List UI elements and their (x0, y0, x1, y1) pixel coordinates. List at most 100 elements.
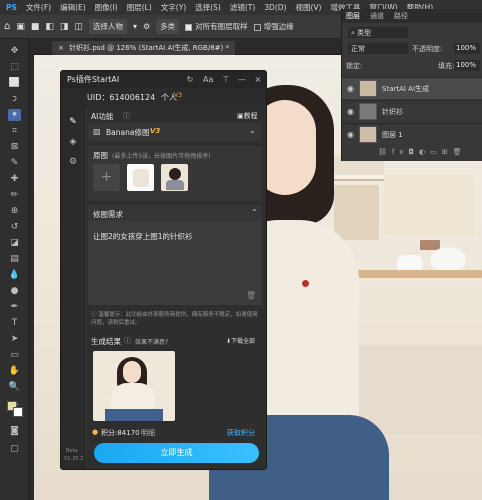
gradient-tool-icon[interactable]: ▤ (8, 253, 21, 265)
image-thumbnail-sweater[interactable] (127, 164, 154, 191)
get-points-link[interactable]: 获取积分 (227, 428, 255, 438)
model-select-dropdown[interactable]: ▨ Banana修图 V3 ⌄ (88, 123, 262, 141)
fill-field[interactable]: 100% (454, 60, 480, 71)
blend-mode-dropdown[interactable]: 正常 (348, 43, 408, 54)
menu-image[interactable]: 图像(I) (95, 2, 118, 13)
new-selection-icon[interactable]: ■ (31, 22, 40, 32)
opacity-field[interactable]: 100% (454, 43, 480, 54)
close-icon[interactable]: × (58, 44, 64, 52)
prompt-text: 让图2的女孩穿上图1的针织衫 (93, 232, 193, 241)
new-layer-icon[interactable]: ⊞ (442, 148, 453, 156)
tools-panel: ✥ ⬚ ⬜ ↄ ⌖ ⌗ ⊠ ✎ ✚ ✏ ⊕ ↺ ◪ ▤ 💧 ● ✒ T ➤ ▭ … (0, 39, 29, 500)
clone-stamp-icon[interactable]: ⊕ (8, 205, 21, 217)
type-tool-icon[interactable]: T (8, 317, 21, 329)
tutorial-link[interactable]: ▣教程 (237, 111, 258, 121)
menu-select[interactable]: 选择(S) (195, 2, 221, 13)
visibility-eye-icon[interactable]: ◉ (347, 107, 354, 116)
add-selection-icon[interactable]: ◧ (45, 22, 54, 32)
brush-tool-icon[interactable]: ✏ (8, 189, 21, 201)
info-icon[interactable]: ⓘ (124, 336, 131, 346)
image-thumbnail-girl[interactable] (161, 164, 188, 191)
healing-brush-icon[interactable]: ✚ (8, 173, 21, 185)
eyedropper-tool-icon[interactable]: ✎ (8, 157, 21, 169)
menu-3d[interactable]: 3D(D) (264, 3, 286, 12)
add-image-button[interactable]: + (93, 164, 120, 191)
generate-button[interactable]: 立即生成 (94, 443, 259, 463)
minimize-icon[interactable]: — (237, 75, 247, 85)
filter-kind-dropdown[interactable]: ⌕ 类型 (348, 27, 408, 38)
details-link[interactable]: 明细 (141, 428, 155, 438)
visibility-eye-icon[interactable]: ◉ (347, 84, 354, 93)
chevron-up-icon[interactable]: ⌃ (251, 208, 258, 217)
artboard-tool-icon[interactable]: ⬚ (8, 61, 21, 73)
edit-icon[interactable]: ✎ (67, 116, 79, 128)
dodge-tool-icon[interactable]: ● (8, 285, 21, 297)
checkbox-icon (253, 23, 261, 31)
trash-icon[interactable]: 🗑 (453, 148, 467, 156)
eraser-tool-icon[interactable]: ◪ (8, 237, 21, 249)
result-label: 生成结果 (91, 337, 121, 346)
background-color-swatch[interactable] (13, 407, 23, 417)
points-text: 积分:84170 (101, 429, 140, 437)
layer-row[interactable]: ◉ 针织衫 (342, 100, 482, 122)
layer-thumbnail (359, 126, 377, 143)
download-all-button[interactable]: ⬇下载全部 (226, 336, 255, 345)
shape-tool-icon[interactable]: ▭ (8, 349, 21, 361)
lasso-tool-icon[interactable]: ↄ (8, 93, 21, 105)
visibility-eye-icon[interactable]: ◉ (347, 130, 354, 139)
screen-mode-icon[interactable]: ▢ (8, 443, 21, 455)
zoom-tool-icon[interactable]: 🔍 (8, 381, 21, 393)
mode-dropdown[interactable]: 多类 (156, 19, 180, 34)
tab-layers[interactable]: 图层 (346, 11, 360, 21)
adjustment-icon[interactable]: ◐ (419, 148, 430, 156)
menu-layer[interactable]: 图层(L) (127, 2, 152, 13)
intersect-selection-icon[interactable]: ◫ (74, 22, 83, 32)
history-brush-icon[interactable]: ↺ (8, 221, 21, 233)
document-tab[interactable]: × 针织衫.psd @ 126% (StartAI AI生成, RGB/8#) … (52, 41, 235, 55)
marquee-tool-icon[interactable]: ⬜ (8, 77, 21, 89)
crop-tool-icon[interactable]: ⌗ (8, 125, 21, 137)
object-selection-tool-icon[interactable]: ⌖ (8, 109, 21, 121)
font-size-icon[interactable]: Aa (203, 75, 213, 85)
menu-type[interactable]: 文字(Y) (161, 2, 186, 13)
trash-icon[interactable]: 🗑 (246, 291, 256, 300)
mask-icon[interactable]: ◘ (409, 148, 420, 156)
result-thumbnail[interactable] (93, 351, 175, 421)
feedback-link[interactable]: 效果不满意? (135, 337, 168, 346)
hand-tool-icon[interactable]: ✋ (8, 365, 21, 377)
prompt-textarea[interactable]: 让图2的女孩穿上图1的针织衫 🗑 (88, 221, 262, 305)
enhance-edge-checkbox[interactable]: 增强边缘 (253, 21, 294, 32)
tab-channels[interactable]: 通道 (370, 11, 384, 21)
link-icon[interactable]: ⛓ (378, 148, 392, 156)
subtract-selection-icon[interactable]: ◨ (60, 22, 69, 32)
blur-tool-icon[interactable]: 💧 (8, 269, 21, 281)
settings-icon[interactable]: ⚙ (67, 156, 79, 168)
object-select-icon[interactable]: ▣ (16, 22, 25, 32)
pen-tool-icon[interactable]: ✒ (8, 301, 21, 313)
layers-icon[interactable]: ◈ (67, 136, 79, 148)
brush-settings-icon[interactable]: ⚙ (143, 22, 150, 31)
pin-icon[interactable]: ⊤ (221, 75, 231, 85)
refresh-icon[interactable]: ↻ (185, 75, 195, 85)
layer-row[interactable]: ◉ 图层 1 (342, 123, 482, 145)
info-icon[interactable]: ⓘ (123, 111, 130, 121)
layers-panel-tabs: 图层 通道 路径 (342, 9, 482, 23)
tab-paths[interactable]: 路径 (394, 11, 408, 21)
menu-filter[interactable]: 滤镜(T) (230, 2, 255, 13)
home-icon[interactable]: ⌂ (4, 21, 10, 32)
frame-tool-icon[interactable]: ⊠ (8, 141, 21, 153)
menu-file[interactable]: 文件(F) (26, 2, 51, 13)
menu-logo[interactable]: PS (6, 3, 17, 12)
move-tool-icon[interactable]: ✥ (8, 45, 21, 57)
close-icon[interactable]: × (253, 75, 263, 85)
menu-edit[interactable]: 编辑(E) (60, 2, 86, 13)
layer-row[interactable]: ◉ StartAI AI生成 (342, 77, 482, 99)
sample-all-layers-checkbox[interactable]: 对所有图层取样 (185, 21, 248, 32)
group-icon[interactable]: ▭ (430, 148, 442, 156)
path-selection-icon[interactable]: ➤ (8, 333, 21, 345)
fx-icon[interactable]: fx (392, 148, 409, 156)
menu-view[interactable]: 视图(V) (295, 2, 321, 13)
dropdown-chevron-icon[interactable]: ▾ (133, 22, 137, 31)
select-subject-button[interactable]: 选择人物 (88, 19, 127, 34)
quick-mask-icon[interactable]: ◙ (8, 425, 21, 437)
